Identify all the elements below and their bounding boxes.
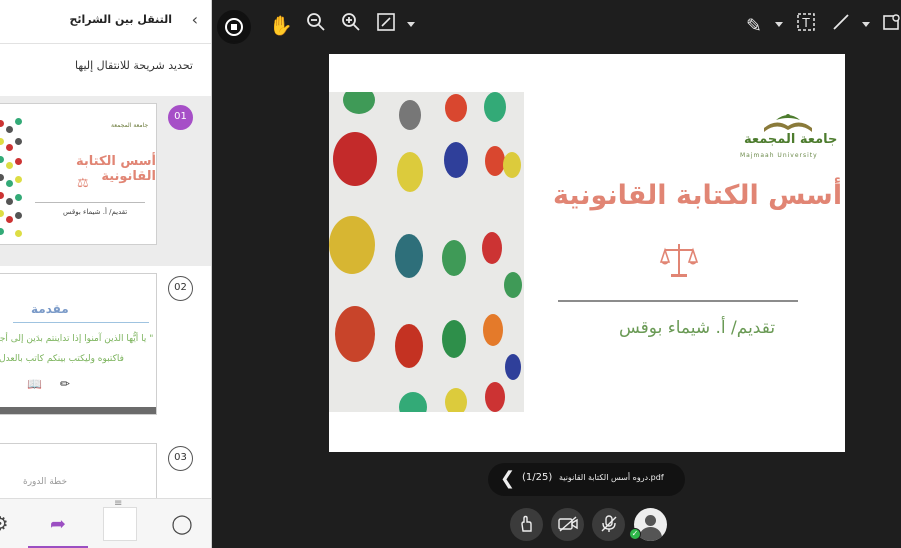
blank-tab[interactable]: [103, 507, 137, 541]
slide-thumbnail-list[interactable]: 01 جامعة المجمعة أسس الكتابة القانونية ⚖: [0, 96, 211, 523]
slide-number: 03: [168, 446, 193, 471]
divider: [13, 322, 149, 323]
chevron-down-icon[interactable]: [407, 22, 415, 27]
hand-raise-button[interactable]: [510, 508, 543, 541]
panel-bottom-nav: ⚙ ➦ ≡ ◯: [0, 498, 211, 548]
camera-off-icon: [557, 516, 578, 532]
slide-thumbnail-1[interactable]: جامعة المجمعة أسس الكتابة القانونية ⚖ تق…: [0, 103, 157, 245]
slide-row-1[interactable]: 01 جامعة المجمعة أسس الكتابة القانونية ⚖: [0, 96, 211, 266]
slide-number: 01: [168, 105, 193, 130]
fit-screen-icon[interactable]: [373, 10, 399, 42]
chevron-down-icon[interactable]: [862, 22, 870, 27]
app-root: ‹ التنقل بين الشرائح تحديد شريحة للانتقا…: [0, 0, 901, 548]
chevron-left-icon[interactable]: ‹: [192, 10, 198, 29]
presenter: تقديم/ أ. شيماء بوقس: [63, 208, 128, 216]
scale-icon: [659, 244, 699, 277]
slide-title: أسس الكتابة القانونية: [76, 154, 156, 184]
file-name: دروه أسس الكتابة القانونية.pdf: [559, 473, 664, 482]
avatar-head: [645, 515, 656, 526]
university-logo: جامعة المجمعة Majmaah University: [734, 108, 844, 164]
decorative-photo: [329, 92, 524, 412]
page-indicator: (1/25): [522, 472, 553, 483]
panel-header: ‹ التنقل بين الشرائح: [0, 0, 211, 44]
panel-subtitle: تحديد شريحة للانتقال إليها: [75, 59, 193, 72]
pencil-icon: ✏: [59, 377, 70, 391]
slide-row-3[interactable]: 03 خطة الدورة: [0, 436, 211, 523]
mic-toggle-button[interactable]: [592, 508, 625, 541]
quote-line: " يا أيُّها الذين آمنوا إذا تداينتم بدَي…: [0, 334, 154, 344]
slide-footer-bar: [0, 407, 156, 414]
university-name-ar: جامعة المجمعة: [744, 132, 838, 147]
stop-ring-icon: [225, 18, 243, 36]
pen-icon[interactable]: ✎: [741, 10, 767, 42]
gear-icon[interactable]: ⚙: [0, 499, 30, 548]
divider: [558, 300, 798, 302]
chevron-left-icon[interactable]: ❮: [500, 468, 515, 489]
chat-icon[interactable]: ◯: [152, 499, 211, 548]
share-screen-icon[interactable]: ➦: [28, 499, 88, 548]
drag-handle-icon[interactable]: ≡: [114, 498, 122, 509]
hand-raise-icon: [520, 515, 532, 532]
slide-navigation-panel: ‹ التنقل بين الشرائح تحديد شريحة للانتقا…: [0, 0, 212, 548]
divider: [35, 202, 145, 203]
slide-title: أسس الكتابة القانونية: [553, 180, 843, 211]
camera-toggle-button[interactable]: [551, 508, 584, 541]
slide-heading: مقدمة: [31, 302, 69, 316]
quote-line: فاكتبوه وليكتب بينكم كاتب بالعدل": [0, 354, 124, 364]
svg-text:T: T: [801, 16, 810, 30]
check-badge-icon: ✓: [629, 528, 641, 540]
university-logo-text: جامعة المجمعة: [111, 122, 149, 129]
shape-tool-icon[interactable]: [879, 10, 901, 42]
stop-share-button[interactable]: [217, 10, 251, 44]
panel-title: التنقل بين الشرائح: [69, 13, 172, 26]
page-navigator: ❮ (1/25) دروه أسس الكتابة القانونية.pdf: [488, 463, 685, 496]
slide-heading: خطة الدورة: [23, 477, 68, 487]
hand-pan-icon[interactable]: ✋: [268, 10, 294, 42]
slide-thumbnail-2[interactable]: مقدمة " يا أيُّها الذين آمنوا إذا تداينت…: [0, 273, 157, 415]
book-icon: 📖: [27, 377, 42, 391]
avatar-body: [639, 527, 662, 541]
text-tool-icon[interactable]: T: [793, 10, 819, 42]
scale-icon: ⚖: [77, 176, 89, 191]
line-tool-icon[interactable]: [828, 10, 854, 42]
university-name-en: Majmaah University: [740, 152, 818, 159]
slide-number: 02: [168, 276, 193, 301]
mic-off-icon: [601, 515, 616, 532]
chevron-down-icon[interactable]: [775, 22, 783, 27]
slide-row-2[interactable]: 02 مقدمة " يا أيُّها الذين آمنوا إذا تدا…: [0, 266, 211, 436]
zoom-in-icon[interactable]: [338, 10, 364, 42]
slide-icons: 📖 ✏: [27, 377, 70, 391]
presentation-slide[interactable]: جامعة المجمعة Majmaah University أسس الك…: [329, 54, 845, 452]
zoom-out-icon[interactable]: [303, 10, 329, 42]
presenter: تقديم/ أ. شيماء بوقس: [619, 318, 776, 338]
